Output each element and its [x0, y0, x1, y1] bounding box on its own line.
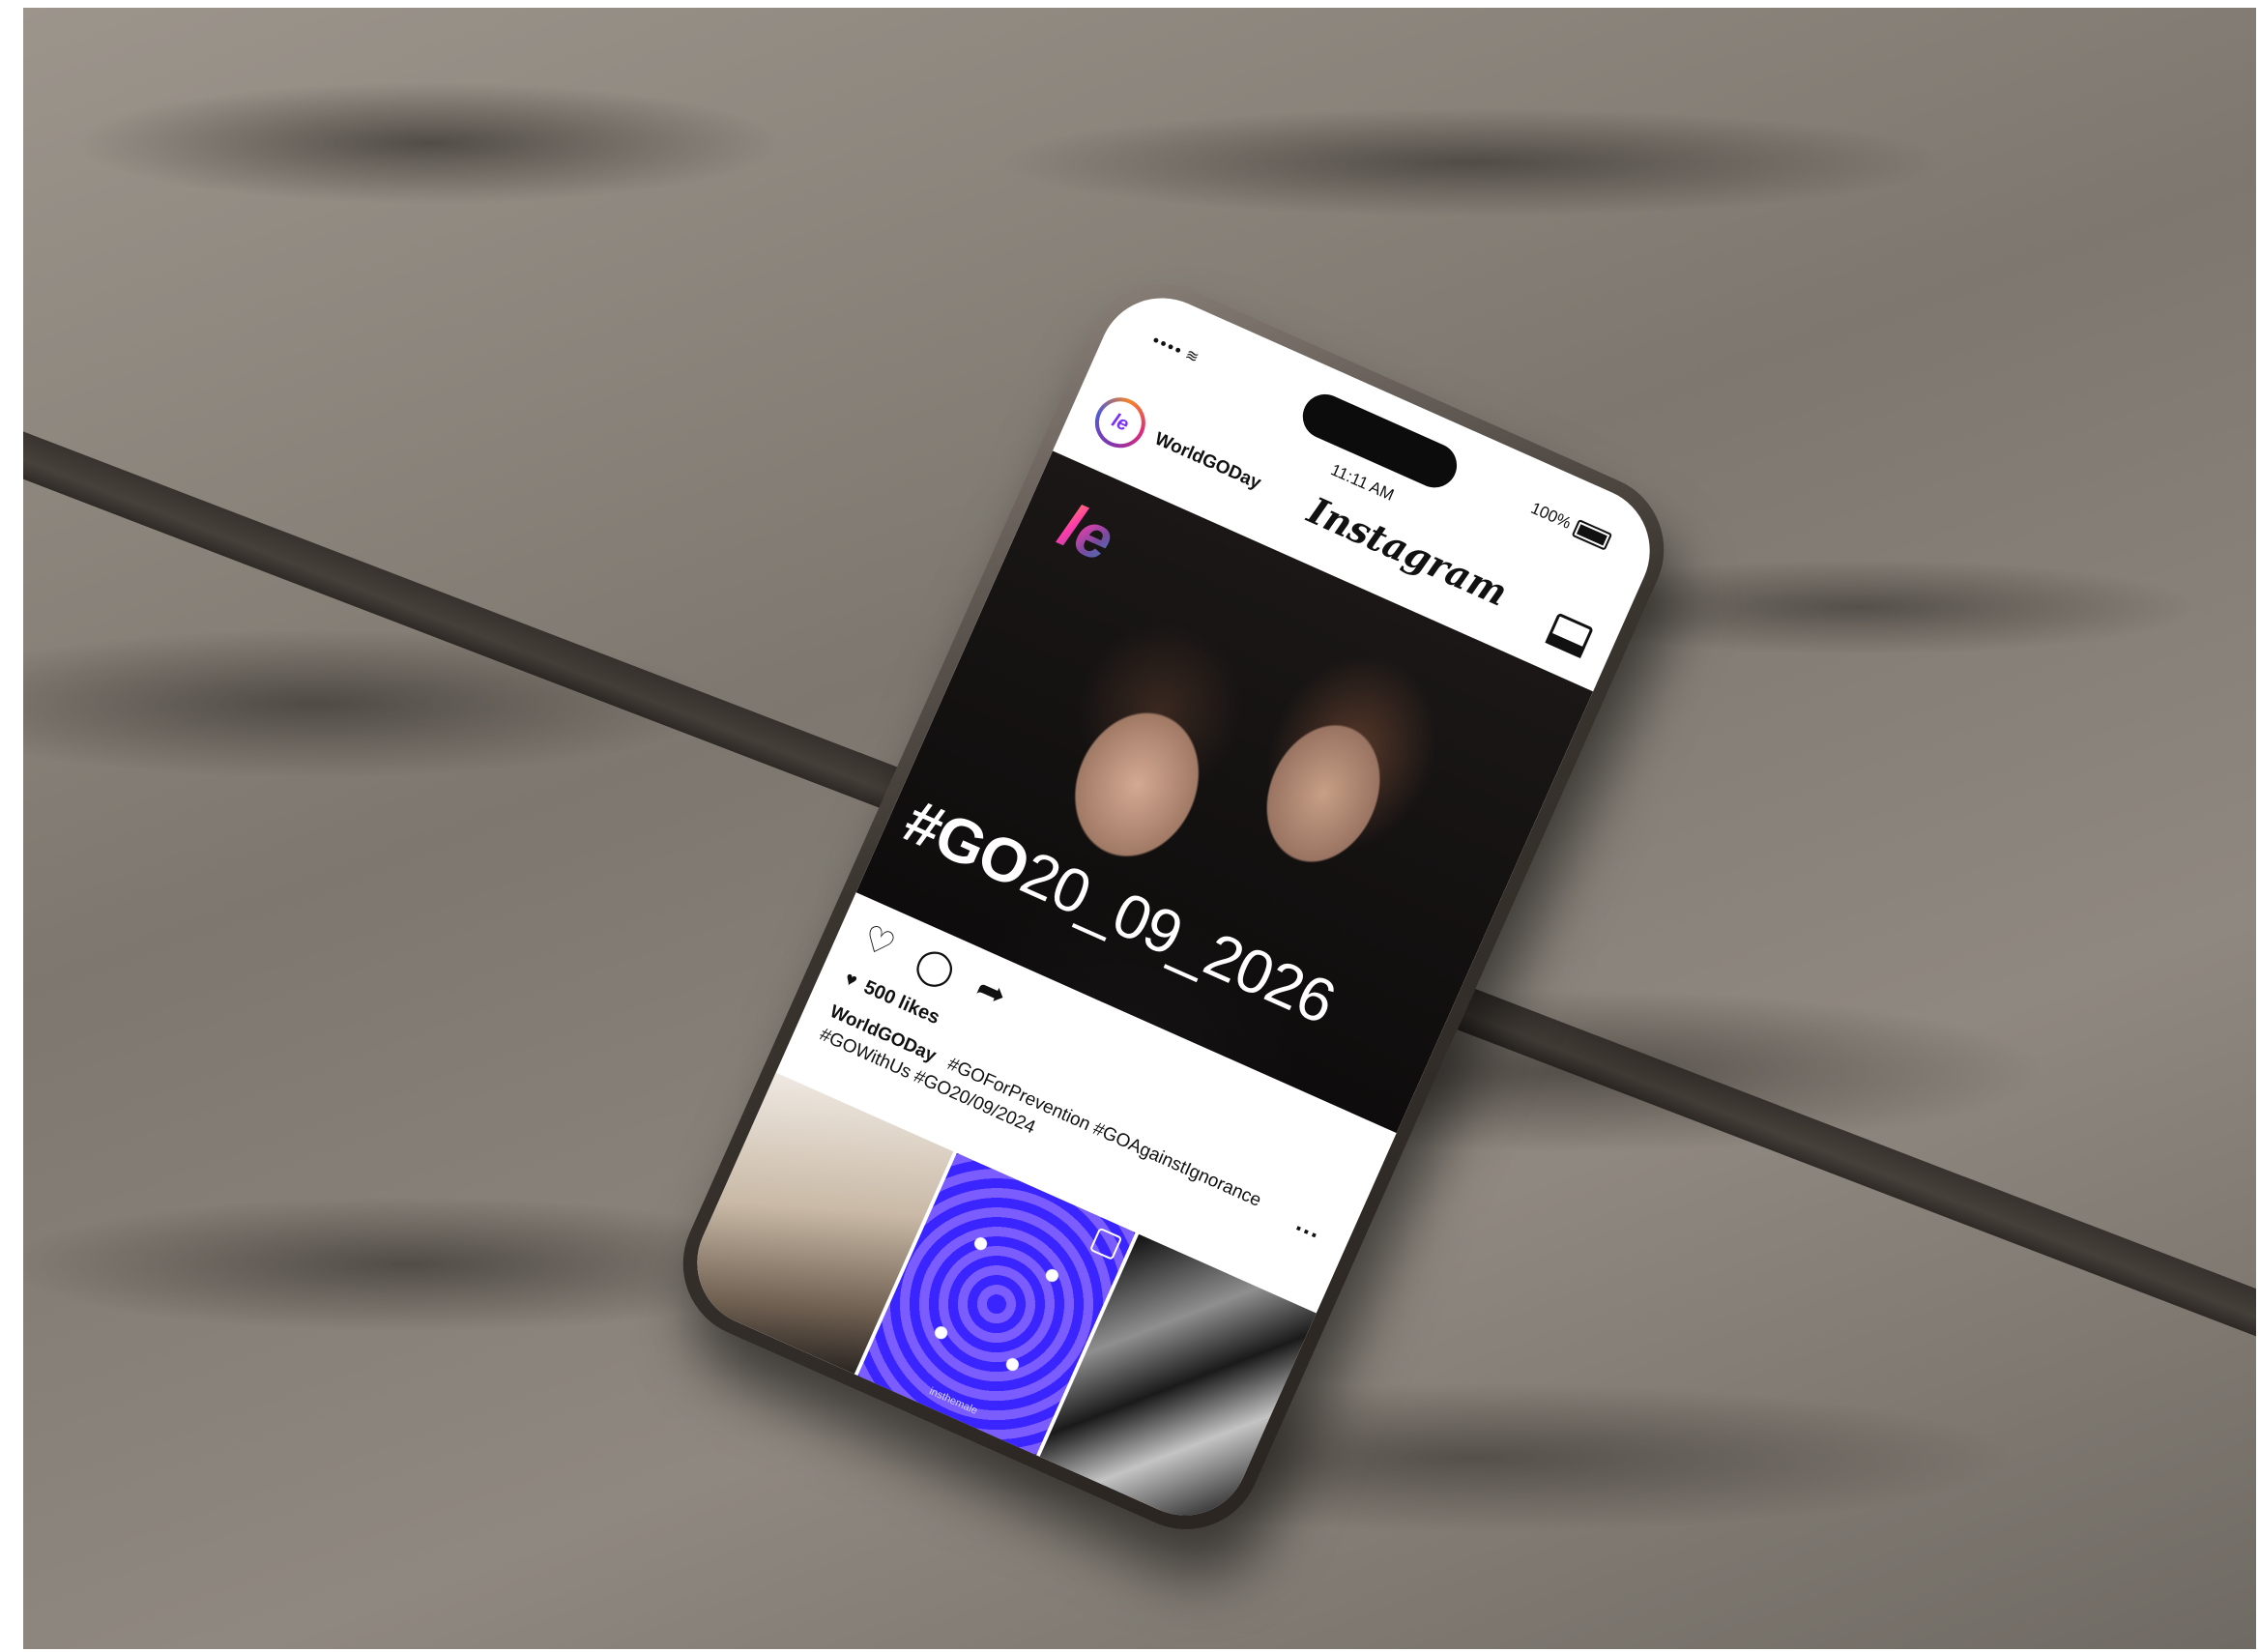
multi-post-icon [1088, 1227, 1122, 1261]
background-scene: •••• ≋ 100% 11:11 AM le WorldGODay Insta… [23, 8, 2256, 1649]
battery-icon [1571, 518, 1613, 551]
post-brand-logo: le [1049, 490, 1125, 575]
inbox-icon[interactable] [1545, 612, 1594, 658]
comment-icon[interactable]: ◯ [910, 941, 961, 993]
phone-mockup: •••• ≋ 100% 11:11 AM le WorldGODay Insta… [658, 259, 1689, 1554]
signal-dots: •••• [1149, 330, 1187, 361]
phone-screen: •••• ≋ 100% 11:11 AM le WorldGODay Insta… [677, 277, 1670, 1536]
battery-indicator: 100% [1527, 498, 1613, 551]
wifi-icon: ≋ [1182, 346, 1203, 368]
signal-icon: •••• ≋ [1149, 330, 1204, 369]
heart-filled-icon: ♥ [841, 968, 861, 993]
avatar[interactable]: le [1086, 389, 1154, 456]
battery-percent: 100% [1527, 498, 1575, 533]
heart-icon[interactable]: ♡ [856, 916, 901, 966]
profile-grid: insthemale [677, 1072, 1317, 1536]
avatar-logo: le [1091, 394, 1148, 451]
share-icon[interactable]: ➦ [970, 968, 1013, 1016]
